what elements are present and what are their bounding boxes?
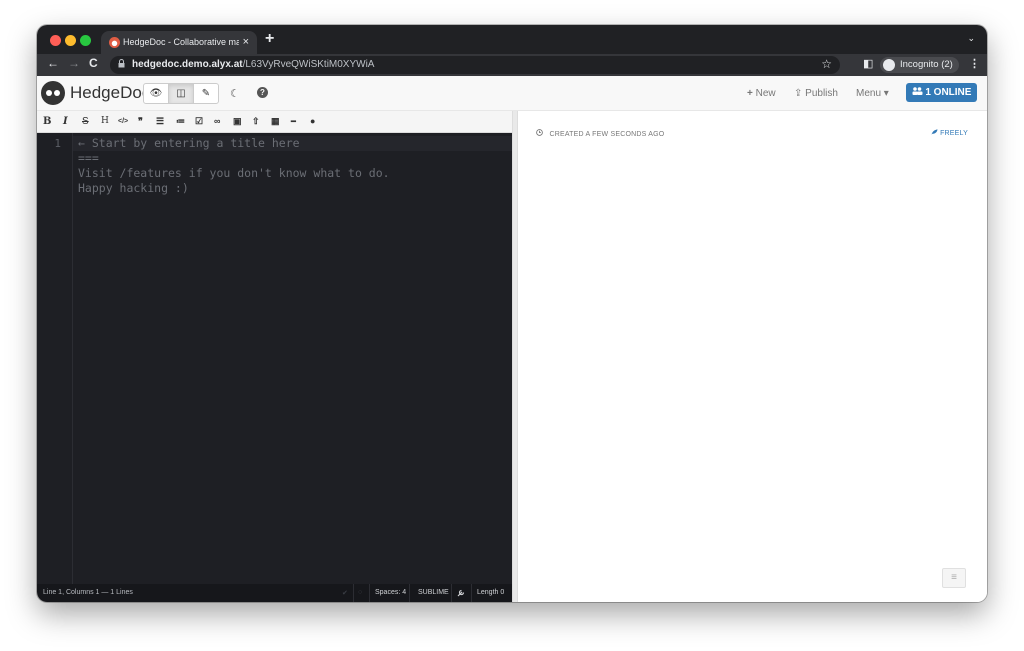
publish-label: Publish [805, 88, 838, 99]
hedgedoc-logo-icon[interactable] [41, 81, 65, 105]
code-button[interactable]: </> [118, 116, 128, 127]
code-editor[interactable]: 1 ← Start by entering a title here === Vis… [37, 133, 512, 584]
help-icon[interactable]: ? [257, 87, 268, 98]
chevron-down-icon: ▾ [883, 88, 889, 99]
upload-button[interactable]: ⇧ [252, 116, 260, 127]
italic-button[interactable]: I [63, 116, 68, 127]
divider [409, 584, 410, 602]
wrench-icon[interactable] [457, 589, 465, 599]
toc-button[interactable]: ≡ [942, 568, 966, 588]
heading-button[interactable]: H [101, 116, 109, 127]
close-window-button[interactable] [50, 35, 61, 46]
browser-window: HedgeDoc - Collaborative mar × + ⌄ ← → C… [37, 25, 987, 602]
circle-icon: ○ [358, 589, 363, 596]
check-icon: ✔ [342, 590, 348, 597]
maximize-window-button[interactable] [80, 35, 91, 46]
night-mode-icon[interactable]: ☾ [230, 87, 240, 100]
lock-icon [118, 59, 125, 71]
url-host: hedgedoc.demo.alyx.at [132, 59, 243, 70]
divider [471, 584, 472, 602]
incognito-label: Incognito (2) [900, 59, 953, 70]
editor-content[interactable]: ← Start by entering a title here === Visit… [78, 136, 390, 196]
hedgedoc-favicon-icon [109, 37, 120, 48]
tab-close-icon[interactable]: × [243, 31, 249, 54]
permission-button[interactable]: FREELY [931, 129, 968, 137]
both-mode-button[interactable]: ◫ [168, 83, 194, 104]
strikethrough-button[interactable]: S [82, 116, 89, 127]
divider [369, 584, 370, 602]
indent-spaces[interactable]: Spaces: 4 [375, 589, 406, 596]
quote-button[interactable]: ❞ [138, 116, 143, 127]
editor-line: Visit /features if you don't know what t… [78, 166, 390, 180]
line-number: 1 [54, 137, 61, 150]
document-length: Length 0 [477, 589, 505, 596]
link-button[interactable]: ∞ [214, 116, 220, 127]
new-tab-button[interactable]: + [265, 30, 274, 48]
divider [353, 584, 354, 602]
unordered-list-button[interactable]: ☰ [156, 116, 164, 127]
created-info: CREATED A FEW SECONDS AGO [536, 129, 664, 138]
comment-button[interactable]: ● [310, 116, 315, 127]
table-button[interactable]: ▦ [271, 116, 280, 127]
edit-mode-button[interactable]: ✎ [193, 83, 219, 104]
url-path: /L63VyRveQWiSKtiM0XYWiA [242, 59, 375, 70]
browser-titlebar: HedgeDoc - Collaborative mar × + ⌄ [37, 25, 987, 54]
editor-line: ← Start by entering a title here [78, 136, 300, 150]
back-button[interactable]: ← [47, 56, 59, 70]
publish-button[interactable]: ⇪ Publish [794, 88, 838, 99]
minimize-window-button[interactable] [65, 35, 76, 46]
tab-search-icon[interactable]: ⌄ [967, 33, 975, 44]
editor-toolbar: B I S H </> ❞ ☰ ≔ ☑ ∞ ▣ ⇧ ▦ ━ ● [37, 111, 512, 133]
view-mode-button[interactable]: 👁 [143, 83, 169, 104]
cursor-position: Line 1, Columns 1 — 1 Lines [43, 589, 133, 596]
preview-pane: CREATED A FEW SECONDS AGO FREELY ≡ [518, 111, 987, 602]
incognito-badge[interactable]: Incognito (2) [880, 57, 959, 73]
menu-dropdown[interactable]: Menu ▾ [856, 88, 889, 99]
tab-title: HedgeDoc - Collaborative mar [123, 37, 239, 47]
ordered-list-button[interactable]: ≔ [176, 116, 185, 127]
new-note-button[interactable]: + New [747, 88, 776, 99]
image-button[interactable]: ▣ [233, 116, 242, 127]
browser-tab[interactable]: HedgeDoc - Collaborative mar × [101, 31, 257, 54]
online-count: 1 ONLINE [925, 87, 972, 98]
forward-button[interactable]: → [68, 56, 80, 70]
menu-label: Menu [856, 88, 882, 99]
editor-statusbar: Line 1, Columns 1 — 1 Lines ✔ ○ Spaces: … [37, 584, 512, 602]
bold-button[interactable]: B [43, 116, 51, 127]
brand-name[interactable]: HedgeDoc [70, 83, 150, 103]
incognito-icon [883, 59, 895, 71]
plus-icon: + [747, 88, 753, 99]
users-icon [912, 87, 926, 98]
clock-icon [536, 129, 545, 138]
editor-line: === [78, 151, 99, 165]
checklist-button[interactable]: ☑ [195, 116, 203, 127]
side-panel-icon[interactable]: ◧ [863, 57, 873, 70]
line-number-gutter: 1 [37, 133, 73, 584]
url-text: hedgedoc.demo.alyx.at/L63VyRveQWiSKtiM0X… [132, 56, 374, 74]
new-label: New [755, 88, 776, 99]
permission-label: FREELY [940, 130, 968, 137]
bookmark-star-icon[interactable]: ☆ [821, 57, 832, 71]
address-bar[interactable]: hedgedoc.demo.alyx.at/L63VyRveQWiSKtiM0X… [110, 56, 840, 74]
reload-button[interactable]: C [89, 56, 98, 70]
logo-eye [46, 90, 52, 96]
browser-menu-icon[interactable]: ⋮ [969, 57, 980, 70]
publish-icon: ⇪ [794, 88, 803, 99]
created-text: CREATED A FEW SECONDS AGO [549, 131, 665, 138]
browser-toolbar: ← → C hedgedoc.demo.alyx.at/L63VyRveQWiS… [37, 54, 987, 76]
logo-eye [54, 90, 60, 96]
editor-line: Happy hacking :) [78, 181, 189, 195]
keymap-selector[interactable]: SUBLIME [418, 589, 449, 596]
leaf-icon [931, 129, 940, 137]
hedgedoc-navbar: HedgeDoc 👁 ◫ ✎ ☾ ? + New ⇪ Publish Menu … [37, 76, 987, 111]
horizontal-line-button[interactable]: ━ [291, 116, 296, 127]
divider [451, 584, 452, 602]
view-mode-group: 👁 ◫ ✎ [143, 83, 219, 104]
online-users-button[interactable]: 1 ONLINE [906, 83, 977, 102]
